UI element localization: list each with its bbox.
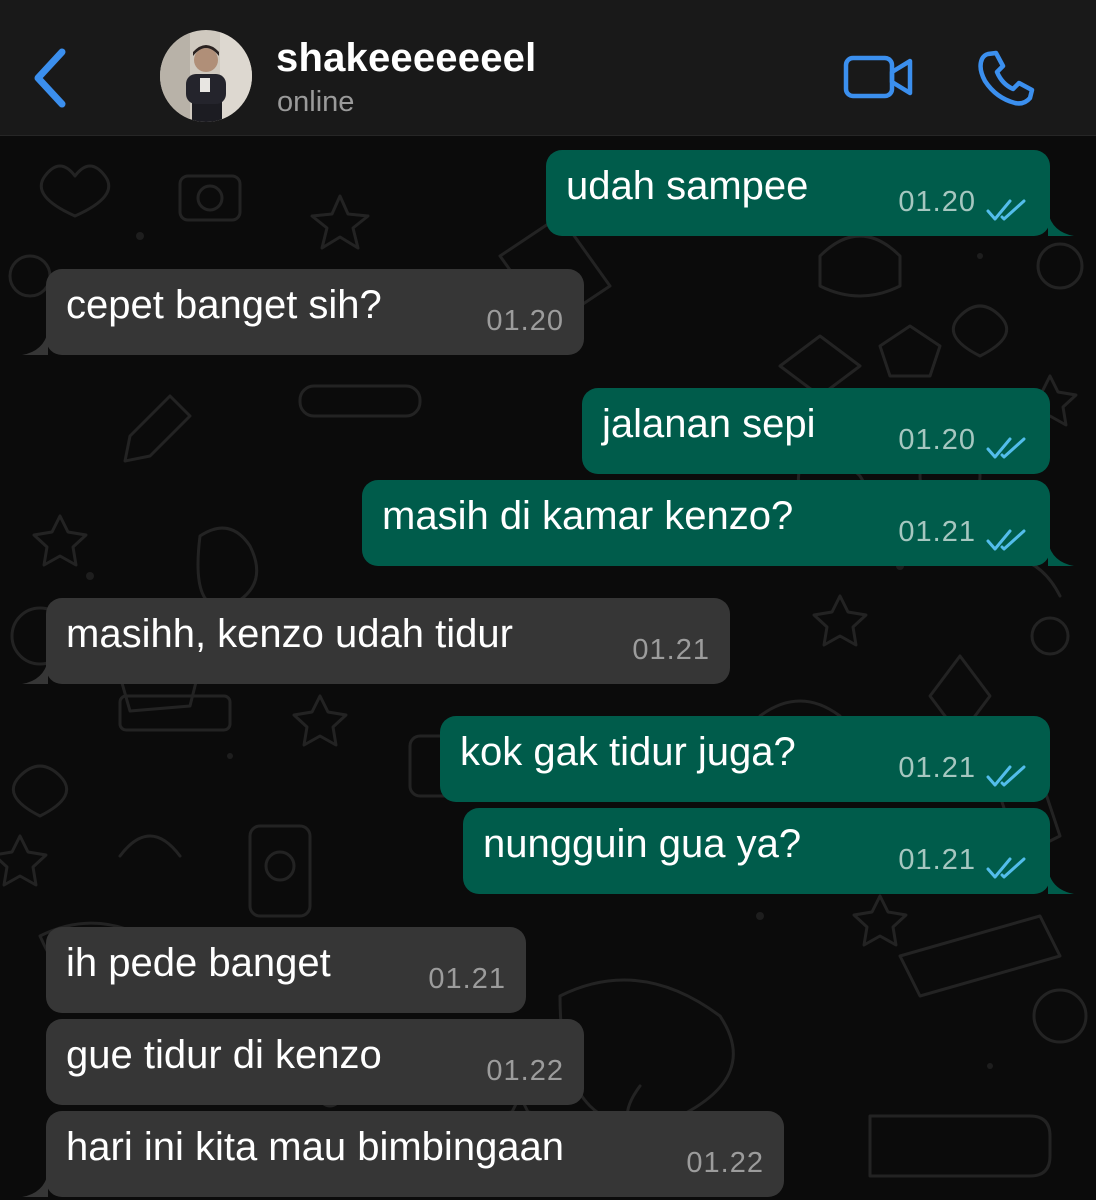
- message-outgoing[interactable]: udah sampee 01.20: [546, 150, 1074, 236]
- message-incoming[interactable]: hari ini kita mau bimbingaan 01.22: [22, 1111, 784, 1197]
- bubble-tail: [22, 660, 48, 684]
- back-button[interactable]: [28, 46, 76, 110]
- double-check-icon: [986, 199, 1026, 221]
- message-text: cepet banget sih?: [66, 283, 382, 327]
- message-time: 01.20: [486, 305, 564, 337]
- bubble-tail: [22, 331, 48, 355]
- message-time: 01.21: [632, 634, 710, 666]
- message-text: hari ini kita mau bimbingaan: [66, 1125, 565, 1169]
- message-time: 01.21: [428, 963, 506, 995]
- bubble-tail: [22, 1173, 48, 1197]
- video-call-button[interactable]: [842, 52, 916, 102]
- chevron-left-icon: [34, 48, 66, 108]
- message-incoming[interactable]: cepet banget sih? 01.20: [22, 269, 584, 355]
- message-text: ih pede banget: [66, 941, 331, 985]
- message-time: 01.22: [486, 1055, 564, 1087]
- avatar-photo: [160, 30, 252, 122]
- double-check-icon: [986, 857, 1026, 879]
- chat-area[interactable]: udah sampee 01.20 cepet banget sih? 01.2…: [0, 136, 1096, 1200]
- message-outgoing[interactable]: masih di kamar kenzo? 01.21: [362, 480, 1074, 566]
- phone-icon: [978, 50, 1035, 106]
- message-text: masihh, kenzo udah tidur: [66, 612, 513, 656]
- message-outgoing[interactable]: jalanan sepi 01.20: [582, 388, 1050, 474]
- bubble-tail: [1048, 212, 1074, 236]
- bubble-tail: [1048, 870, 1074, 894]
- message-text: jalanan sepi: [602, 402, 816, 446]
- message-text: kok gak tidur juga?: [460, 730, 796, 774]
- message-text: masih di kamar kenzo?: [382, 494, 794, 538]
- contact-name[interactable]: shakeeeeeeel: [276, 36, 536, 81]
- message-time: 01.21: [898, 752, 976, 784]
- bubble-tail: [1048, 542, 1074, 566]
- message-text: udah sampee: [566, 164, 809, 208]
- message-text: nungguin gua ya?: [483, 822, 802, 866]
- message-time: 01.21: [898, 516, 976, 548]
- contact-status: online: [277, 86, 355, 118]
- double-check-icon: [986, 529, 1026, 551]
- video-call-icon: [843, 55, 913, 99]
- contact-avatar[interactable]: [160, 30, 252, 122]
- message-time: 01.20: [898, 186, 976, 218]
- message-time: 01.21: [898, 844, 976, 876]
- double-check-icon: [986, 765, 1026, 787]
- message-text: gue tidur di kenzo: [66, 1033, 382, 1077]
- message-incoming[interactable]: masihh, kenzo udah tidur 01.21: [22, 598, 730, 684]
- message-time: 01.22: [686, 1147, 764, 1179]
- message-time: 01.20: [898, 424, 976, 456]
- message-incoming[interactable]: ih pede banget 01.21: [46, 927, 526, 1013]
- voice-call-button[interactable]: [974, 48, 1036, 108]
- message-outgoing[interactable]: nungguin gua ya? 01.21: [463, 808, 1074, 894]
- message-incoming[interactable]: gue tidur di kenzo 01.22: [46, 1019, 584, 1105]
- chat-header: shakeeeeeeel online: [0, 0, 1096, 136]
- message-outgoing[interactable]: kok gak tidur juga? 01.21: [440, 716, 1050, 802]
- double-check-icon: [986, 437, 1026, 459]
